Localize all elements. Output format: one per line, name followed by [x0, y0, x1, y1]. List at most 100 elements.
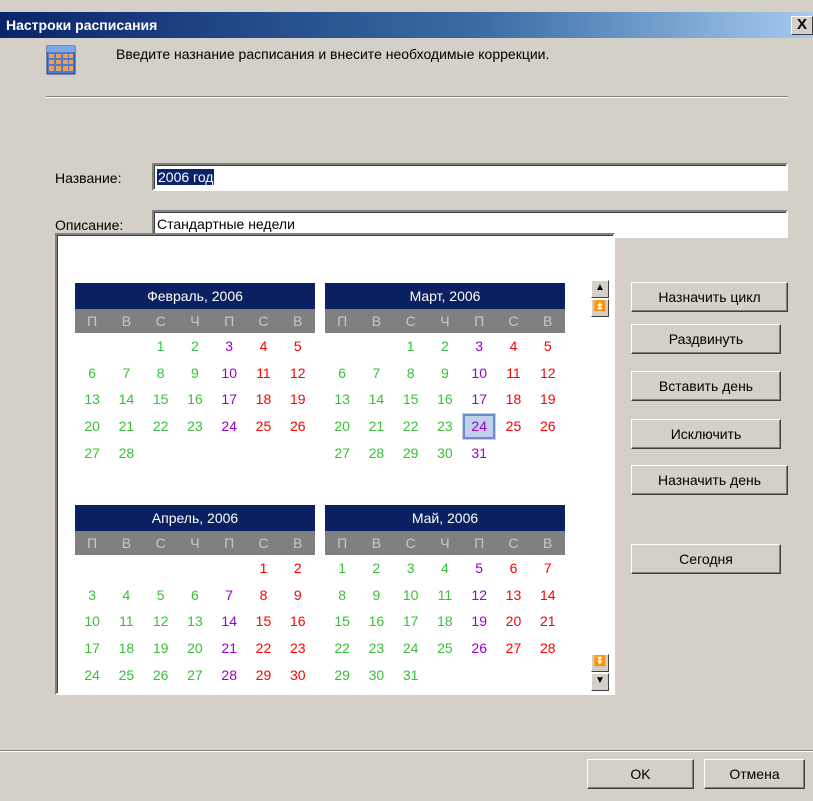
- day-cell[interactable]: 24: [394, 635, 428, 662]
- day-cell[interactable]: 31: [394, 662, 428, 689]
- day-cell[interactable]: 16: [359, 608, 393, 635]
- day-cell[interactable]: 19: [531, 386, 565, 413]
- day-cell[interactable]: 31: [462, 440, 496, 467]
- day-cell[interactable]: 22: [325, 635, 359, 662]
- day-cell[interactable]: 8: [144, 360, 178, 387]
- day-cell[interactable]: 8: [246, 582, 280, 609]
- day-cell[interactable]: 12: [531, 360, 565, 387]
- day-cell[interactable]: 14: [359, 386, 393, 413]
- day-cell[interactable]: 16: [281, 608, 315, 635]
- day-cell[interactable]: 24: [75, 662, 109, 689]
- day-cell[interactable]: 21: [531, 608, 565, 635]
- day-cell[interactable]: 13: [496, 582, 530, 609]
- day-cell[interactable]: 6: [75, 360, 109, 387]
- day-cell[interactable]: 23: [359, 635, 393, 662]
- close-button[interactable]: X: [791, 16, 813, 35]
- day-cell[interactable]: 3: [462, 333, 496, 360]
- insert-day-button[interactable]: Вставить день: [631, 371, 781, 401]
- day-cell[interactable]: 10: [394, 582, 428, 609]
- day-cell[interactable]: 10: [212, 360, 246, 387]
- day-cell[interactable]: 2: [178, 333, 212, 360]
- day-cell[interactable]: 2: [359, 555, 393, 582]
- title-bar[interactable]: Настроки расписания X: [0, 12, 813, 38]
- day-cell[interactable]: 9: [428, 360, 462, 387]
- day-cell[interactable]: 18: [496, 386, 530, 413]
- day-cell[interactable]: 1: [325, 555, 359, 582]
- day-cell[interactable]: 27: [75, 440, 109, 467]
- day-cell[interactable]: 7: [109, 360, 143, 387]
- day-cell[interactable]: 11: [246, 360, 280, 387]
- scroll-up-button[interactable]: ▲: [591, 280, 609, 298]
- day-cell[interactable]: 19: [281, 386, 315, 413]
- day-cell[interactable]: 4: [246, 333, 280, 360]
- cancel-button[interactable]: Отмена: [704, 759, 805, 789]
- day-cell[interactable]: 3: [394, 555, 428, 582]
- day-cell[interactable]: 18: [246, 386, 280, 413]
- day-cell[interactable]: 5: [281, 333, 315, 360]
- day-cell[interactable]: 11: [109, 608, 143, 635]
- day-cell[interactable]: 20: [178, 635, 212, 662]
- spread-button[interactable]: Раздвинуть: [631, 324, 781, 354]
- day-cell[interactable]: 12: [462, 582, 496, 609]
- day-cell[interactable]: 9: [178, 360, 212, 387]
- day-cell[interactable]: 25: [246, 413, 280, 440]
- day-cell[interactable]: 28: [359, 440, 393, 467]
- calendar-panel[interactable]: Февраль, 2006 П В С Ч П С В 1 2 3 4 5 6 7 8 9 10 11 12 13 14 1…: [55, 233, 615, 695]
- day-cell[interactable]: 29: [246, 662, 280, 689]
- day-cell[interactable]: 30: [428, 440, 462, 467]
- day-cell[interactable]: 8: [325, 582, 359, 609]
- day-cell[interactable]: 7: [212, 582, 246, 609]
- day-cell[interactable]: 22: [394, 413, 428, 440]
- page-down-button[interactable]: ⏬: [591, 654, 609, 672]
- day-cell[interactable]: 30: [359, 662, 393, 689]
- day-cell[interactable]: 26: [281, 413, 315, 440]
- day-cell[interactable]: 15: [394, 386, 428, 413]
- day-cell[interactable]: 24: [212, 413, 246, 440]
- day-cell[interactable]: 3: [212, 333, 246, 360]
- today-button[interactable]: Сегодня: [631, 544, 781, 574]
- day-cell[interactable]: 29: [394, 440, 428, 467]
- day-cell[interactable]: 27: [325, 440, 359, 467]
- day-cell[interactable]: 3: [75, 582, 109, 609]
- day-cell[interactable]: 26: [531, 413, 565, 440]
- day-cell[interactable]: 28: [109, 440, 143, 467]
- name-field[interactable]: 2006 год: [152, 163, 788, 191]
- day-cell[interactable]: 8: [394, 360, 428, 387]
- day-cell[interactable]: 19: [462, 608, 496, 635]
- day-cell[interactable]: 4: [109, 582, 143, 609]
- exclude-button[interactable]: Исключить: [631, 419, 781, 449]
- day-cell[interactable]: 4: [496, 333, 530, 360]
- day-cell[interactable]: 1: [246, 555, 280, 582]
- day-cell[interactable]: 23: [281, 635, 315, 662]
- today-day-cell[interactable]: 24: [462, 413, 497, 440]
- day-cell[interactable]: 20: [75, 413, 109, 440]
- day-cell[interactable]: 21: [109, 413, 143, 440]
- day-cell[interactable]: 28: [531, 635, 565, 662]
- day-cell[interactable]: 14: [212, 608, 246, 635]
- day-cell[interactable]: 17: [462, 386, 496, 413]
- day-cell[interactable]: 30: [281, 662, 315, 689]
- day-cell[interactable]: 11: [496, 360, 530, 387]
- day-cell[interactable]: 25: [428, 635, 462, 662]
- day-cell[interactable]: 20: [496, 608, 530, 635]
- day-cell[interactable]: 7: [359, 360, 393, 387]
- day-cell[interactable]: 18: [428, 608, 462, 635]
- day-cell[interactable]: 10: [462, 360, 496, 387]
- day-cell[interactable]: 15: [144, 386, 178, 413]
- day-cell[interactable]: 25: [109, 662, 143, 689]
- day-cell[interactable]: 13: [75, 386, 109, 413]
- day-cell[interactable]: 2: [428, 333, 462, 360]
- day-cell[interactable]: 13: [325, 386, 359, 413]
- assign-cycle-button[interactable]: Назначить цикл: [631, 282, 788, 312]
- day-cell[interactable]: 12: [281, 360, 315, 387]
- day-cell[interactable]: 12: [144, 608, 178, 635]
- day-cell[interactable]: 6: [325, 360, 359, 387]
- day-cell[interactable]: 5: [531, 333, 565, 360]
- day-cell[interactable]: 16: [178, 386, 212, 413]
- day-cell[interactable]: 16: [428, 386, 462, 413]
- day-cell[interactable]: 13: [178, 608, 212, 635]
- ok-button[interactable]: OK: [587, 759, 694, 789]
- day-cell[interactable]: 22: [246, 635, 280, 662]
- day-cell[interactable]: 29: [325, 662, 359, 689]
- day-cell[interactable]: 11: [428, 582, 462, 609]
